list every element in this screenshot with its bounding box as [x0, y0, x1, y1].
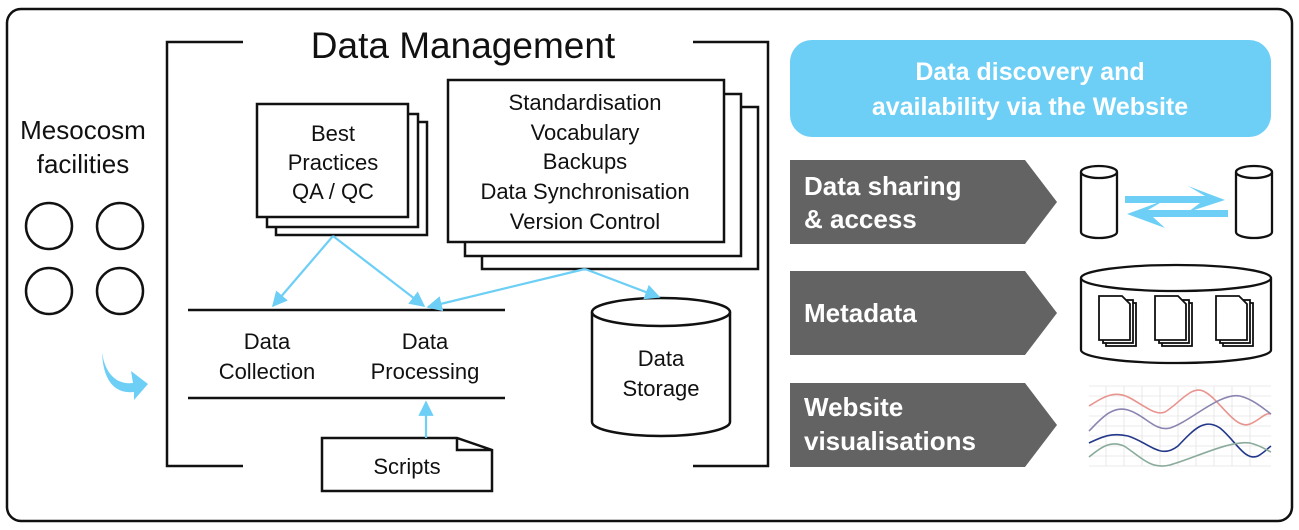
- line-chart-icon: [1088, 385, 1272, 467]
- standards-line-2: Vocabulary: [531, 120, 640, 145]
- scripts-label: Scripts: [373, 454, 440, 479]
- metadata-documents-icon: [1079, 263, 1273, 365]
- facility-circle: [95, 266, 145, 316]
- website-header-pill: [790, 40, 1271, 137]
- visualisations-line-2: visualisations: [804, 426, 976, 456]
- curved-arrow-icon: [102, 352, 148, 400]
- facility-circle: [24, 266, 74, 316]
- arrow-bp-to-processing: [332, 235, 426, 307]
- processing-line-1: Data: [402, 329, 449, 354]
- website-header-line-2: availability via the Website: [872, 93, 1188, 121]
- diagram-canvas: Mesocosm facilities Data Management Best…: [5, 7, 1294, 523]
- metadata-label: Metadata: [804, 298, 917, 328]
- mesocosm-label-line-1: Mesocosm: [20, 115, 146, 145]
- visualisations-line-1: Website: [804, 392, 903, 422]
- arrow-standards-to-storage: [584, 267, 661, 300]
- facility-circle: [24, 201, 74, 251]
- data-sharing-line-1: Data sharing: [804, 171, 962, 201]
- chart-series-navy: [1088, 423, 1272, 458]
- storage-line-2: Storage: [622, 376, 699, 401]
- data-sharing-line-2: & access: [804, 204, 917, 234]
- website-header-line-1: Data discovery and: [915, 58, 1144, 86]
- database-exchange-icon: [1079, 164, 1274, 240]
- standards-line-4: Data Synchronisation: [480, 179, 689, 204]
- facility-circle: [95, 201, 145, 251]
- arrow-bp-to-collection: [271, 235, 334, 308]
- collection-line-2: Collection: [219, 359, 316, 384]
- mesocosm-section: Mesocosm facilities: [20, 115, 148, 400]
- collection-line-1: Data: [244, 329, 291, 354]
- chart-series-red: [1088, 389, 1272, 426]
- page-title: Data Management: [311, 25, 616, 66]
- standards-line-5: Version Control: [510, 209, 660, 234]
- mesocosm-label-line-2: facilities: [37, 149, 129, 179]
- document-icon: [1098, 295, 1254, 347]
- storage-line-1: Data: [638, 346, 685, 371]
- arrow-standards-to-processing: [426, 267, 586, 312]
- processing-line-2: Processing: [371, 359, 480, 384]
- process-band: [188, 308, 505, 400]
- standards-line-1: Standardisation: [509, 90, 662, 115]
- best-practices-line-3: QA / QC: [292, 179, 374, 204]
- best-practices-line-1: Best: [311, 121, 355, 146]
- standards-line-3: Backups: [543, 149, 627, 174]
- best-practices-line-2: Practices: [288, 150, 378, 175]
